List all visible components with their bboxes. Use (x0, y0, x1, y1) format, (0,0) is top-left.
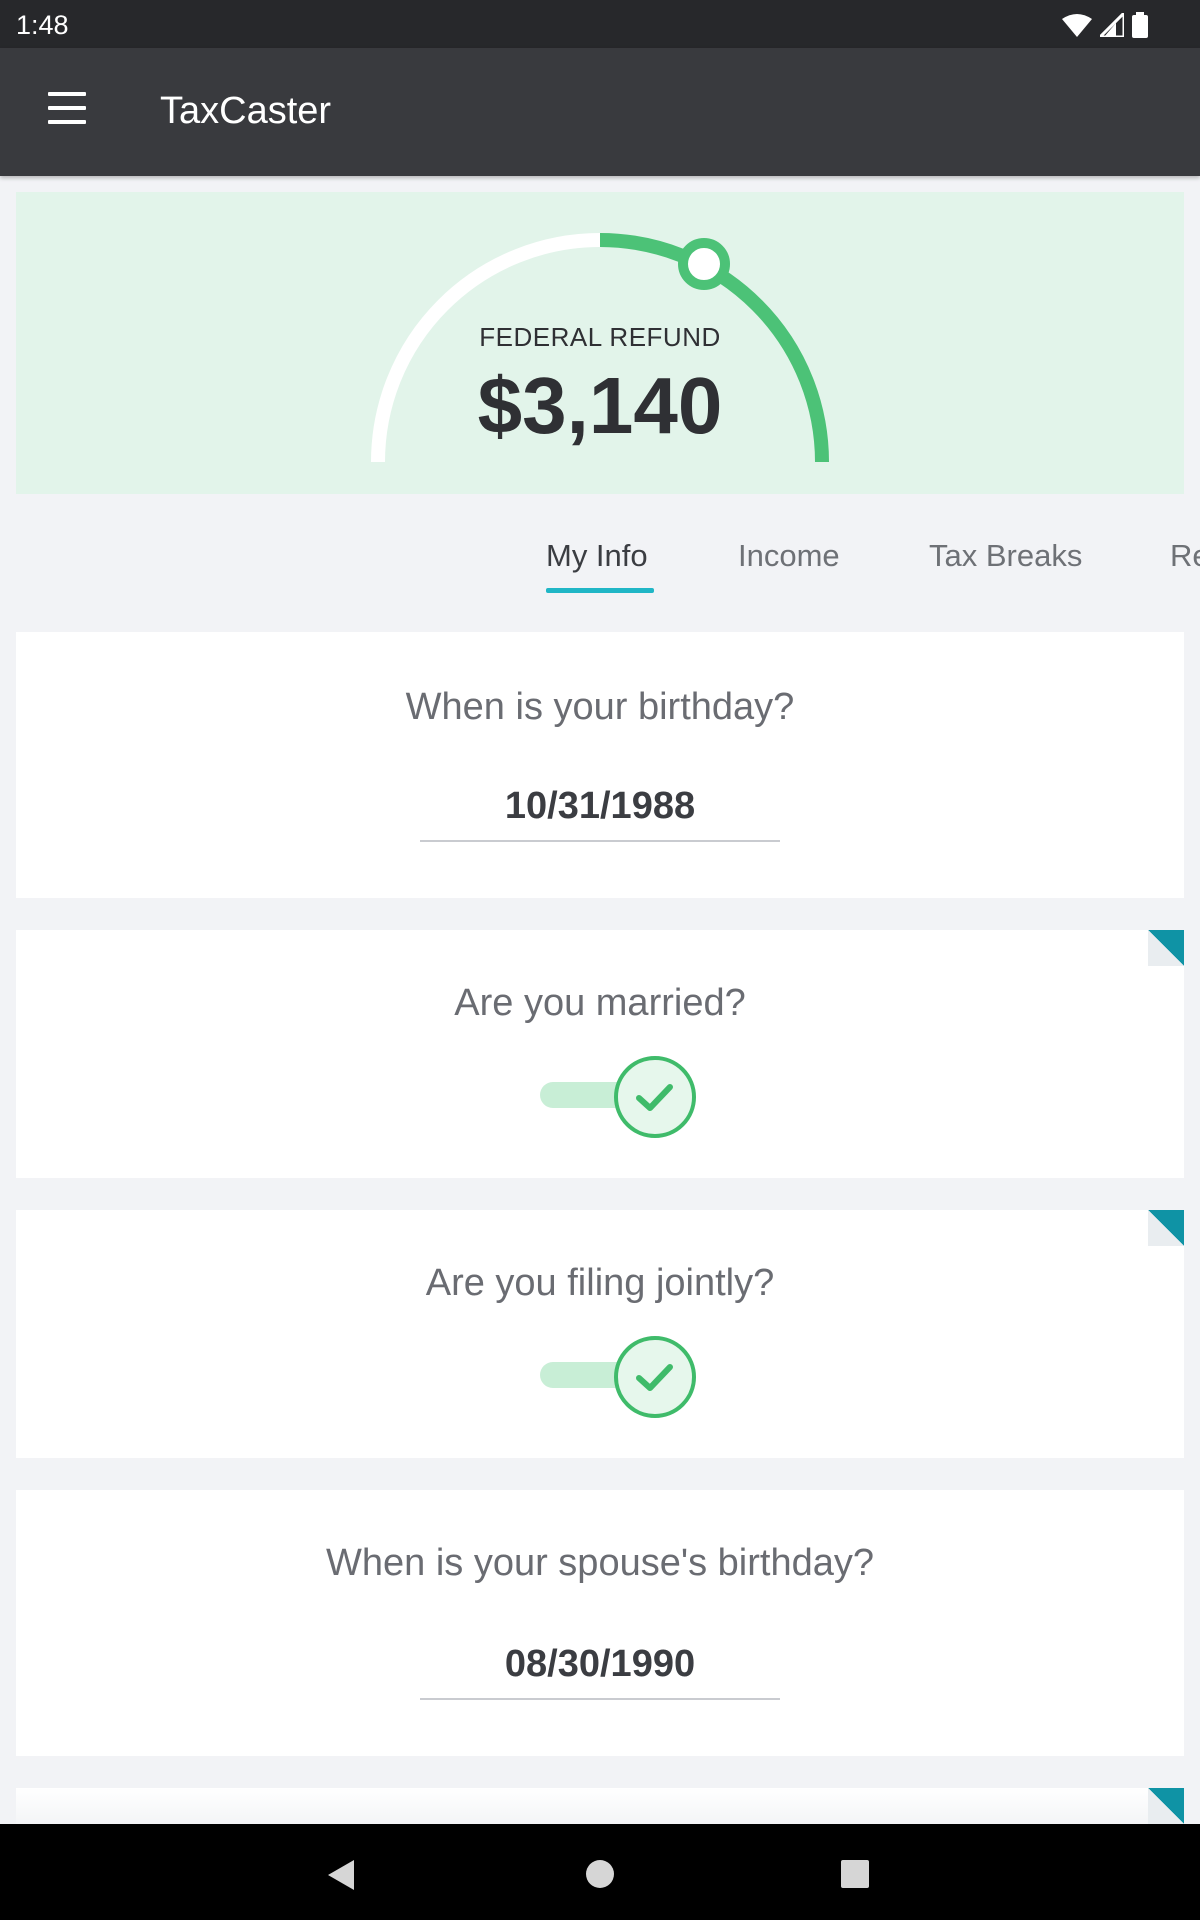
tab-indicator (546, 588, 654, 593)
status-icons (1062, 12, 1148, 38)
status-time: 1:48 (16, 10, 69, 40)
tab-my-info[interactable]: My Info (546, 538, 648, 574)
wifi-icon (1062, 14, 1092, 37)
question-spouse-birthday: When is your spouse's birthday? (326, 1542, 874, 1584)
gauge-handle (678, 238, 730, 290)
system-nav-bar (0, 1824, 1200, 1920)
card-birthday: When is your birthday? 10/31/1988 (16, 632, 1184, 898)
check-icon (636, 1364, 673, 1391)
card-married: Are you married? (16, 930, 1184, 1178)
birthday-field[interactable]: 10/31/1988 (420, 778, 780, 842)
menu-icon[interactable] (48, 92, 96, 132)
corner-flag (1148, 930, 1184, 966)
tab-tax-breaks[interactable]: Tax Breaks (929, 538, 1082, 574)
toggle-knob (614, 1336, 696, 1418)
signal-icon (1100, 13, 1124, 37)
toggle-knob (614, 1056, 696, 1138)
app-title: TaxCaster (160, 90, 332, 132)
corner-flag (1148, 1210, 1184, 1246)
app-bar: TaxCaster (0, 48, 1200, 176)
refund-amount: $3,140 (477, 361, 723, 450)
question-married: Are you married? (454, 982, 746, 1024)
home-icon[interactable] (585, 1859, 615, 1889)
section-tabs: My Info Income Tax Breaks Re (0, 520, 1200, 600)
tab-income[interactable]: Income (738, 538, 840, 574)
card-next-partial (16, 1788, 1184, 1824)
recents-icon[interactable] (840, 1859, 870, 1889)
question-filing-jointly: Are you filing jointly? (425, 1262, 775, 1304)
battery-icon (1132, 12, 1148, 38)
check-icon (636, 1084, 673, 1111)
married-toggle[interactable] (528, 1056, 696, 1138)
card-filing-jointly: Are you filing jointly? (16, 1210, 1184, 1458)
corner-flag (1148, 1788, 1184, 1824)
question-birthday: When is your birthday? (405, 686, 795, 728)
filing-jointly-toggle[interactable] (528, 1336, 696, 1418)
status-bar: 1:48 (0, 0, 1200, 48)
back-icon[interactable] (326, 1858, 356, 1892)
refund-panel: FEDERAL REFUND $3,140 (16, 192, 1184, 494)
card-spouse-birthday: When is your spouse's birthday? 08/30/19… (16, 1490, 1184, 1756)
spouse-birthday-field[interactable]: 08/30/1990 (420, 1636, 780, 1700)
tab-partial[interactable]: Re (1170, 538, 1200, 574)
refund-label: FEDERAL REFUND (479, 322, 721, 352)
